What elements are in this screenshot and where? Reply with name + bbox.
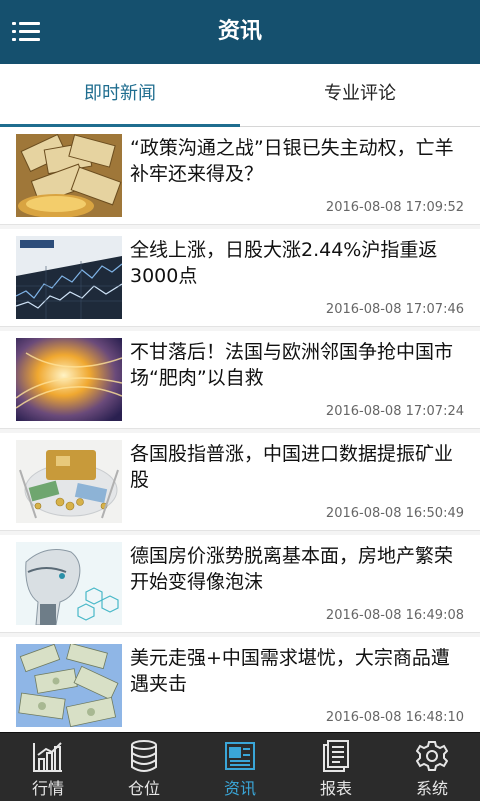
news-item[interactable]: 不甘落后！法国与欧洲邻国争抢中国市场“肥肉”以自救 2016-08-08 17:… bbox=[0, 331, 480, 429]
news-timestamp: 2016-08-08 17:09:52 bbox=[325, 200, 464, 215]
news-timestamp: 2016-08-08 16:48:10 bbox=[325, 710, 464, 725]
news-headline: 德国房价涨势脱离基本面，房地产繁荣开始变得像泡沫 bbox=[130, 545, 454, 593]
bar-chart-icon bbox=[33, 742, 62, 772]
news-headline: 各国股指普涨，中国进口数据提振矿业股 bbox=[130, 443, 454, 491]
golden-light-image bbox=[16, 338, 122, 421]
tab-expert-commentary[interactable]: 专业评论 bbox=[240, 64, 480, 126]
news-timestamp: 2016-08-08 16:49:08 bbox=[325, 608, 464, 623]
gear-icon bbox=[416, 741, 448, 771]
news-timestamp: 2016-08-08 17:07:46 bbox=[325, 302, 464, 317]
news-headline: 不甘落后！法国与欧洲邻国争抢中国市场“肥肉”以自救 bbox=[130, 341, 454, 389]
top-app-bar: 资讯 bbox=[0, 0, 480, 64]
news-tabs: 即时新闻 专业评论 bbox=[0, 64, 480, 127]
dollar-bills-image bbox=[16, 644, 122, 727]
bottom-navigation: 行情 仓位 资讯 报表 系统 bbox=[0, 732, 480, 801]
newspaper-icon bbox=[225, 742, 255, 770]
news-item[interactable]: 各国股指普涨，中国进口数据提振矿业股 2016-08-08 16:50:49 bbox=[0, 433, 480, 531]
database-icon bbox=[131, 740, 157, 772]
nav-label: 资讯 bbox=[223, 779, 256, 798]
news-list: “政策沟通之战”日银已失主动权，亡羊补牢还来得及？ 2016-08-08 17:… bbox=[0, 127, 480, 739]
news-headline: 全线上涨，日股大涨2.44%沪指重返3000点 bbox=[130, 239, 438, 287]
nav-label: 系统 bbox=[415, 779, 448, 798]
nav-label: 行情 bbox=[31, 779, 64, 798]
stock-chart-image bbox=[16, 236, 122, 319]
news-timestamp: 2016-08-08 17:07:24 bbox=[325, 404, 464, 419]
news-item[interactable]: 美元走强+中国需求堪忧，大宗商品遭遇夹击 2016-08-08 16:48:10 bbox=[0, 637, 480, 735]
news-item[interactable]: “政策沟通之战”日银已失主动权，亡羊补牢还来得及？ 2016-08-08 17:… bbox=[0, 127, 480, 225]
menu-icon[interactable] bbox=[12, 20, 40, 44]
news-item[interactable]: 德国房价涨势脱离基本面，房地产繁荣开始变得像泡沫 2016-08-08 16:4… bbox=[0, 535, 480, 633]
nav-reports[interactable]: 报表 bbox=[288, 733, 384, 801]
nav-label: 仓位 bbox=[127, 779, 160, 798]
nav-quotes[interactable]: 行情 bbox=[0, 733, 96, 801]
page-title: 资讯 bbox=[217, 19, 262, 44]
coins-plate-image bbox=[16, 440, 122, 523]
nav-positions[interactable]: 仓位 bbox=[96, 733, 192, 801]
money-stack-image bbox=[16, 134, 122, 217]
news-headline: 美元走强+中国需求堪忧，大宗商品遭遇夹击 bbox=[130, 647, 450, 695]
news-headline: “政策沟通之战”日银已失主动权，亡羊补牢还来得及？ bbox=[130, 137, 454, 185]
nav-label: 报表 bbox=[319, 779, 352, 798]
nav-system[interactable]: 系统 bbox=[384, 733, 480, 801]
tab-live-news[interactable]: 即时新闻 bbox=[0, 64, 240, 126]
robot-head-image bbox=[16, 542, 122, 625]
nav-news[interactable]: 资讯 bbox=[192, 733, 288, 801]
report-icon bbox=[323, 740, 349, 772]
news-item[interactable]: 全线上涨，日股大涨2.44%沪指重返3000点 2016-08-08 17:07… bbox=[0, 229, 480, 327]
news-timestamp: 2016-08-08 16:50:49 bbox=[325, 506, 464, 521]
